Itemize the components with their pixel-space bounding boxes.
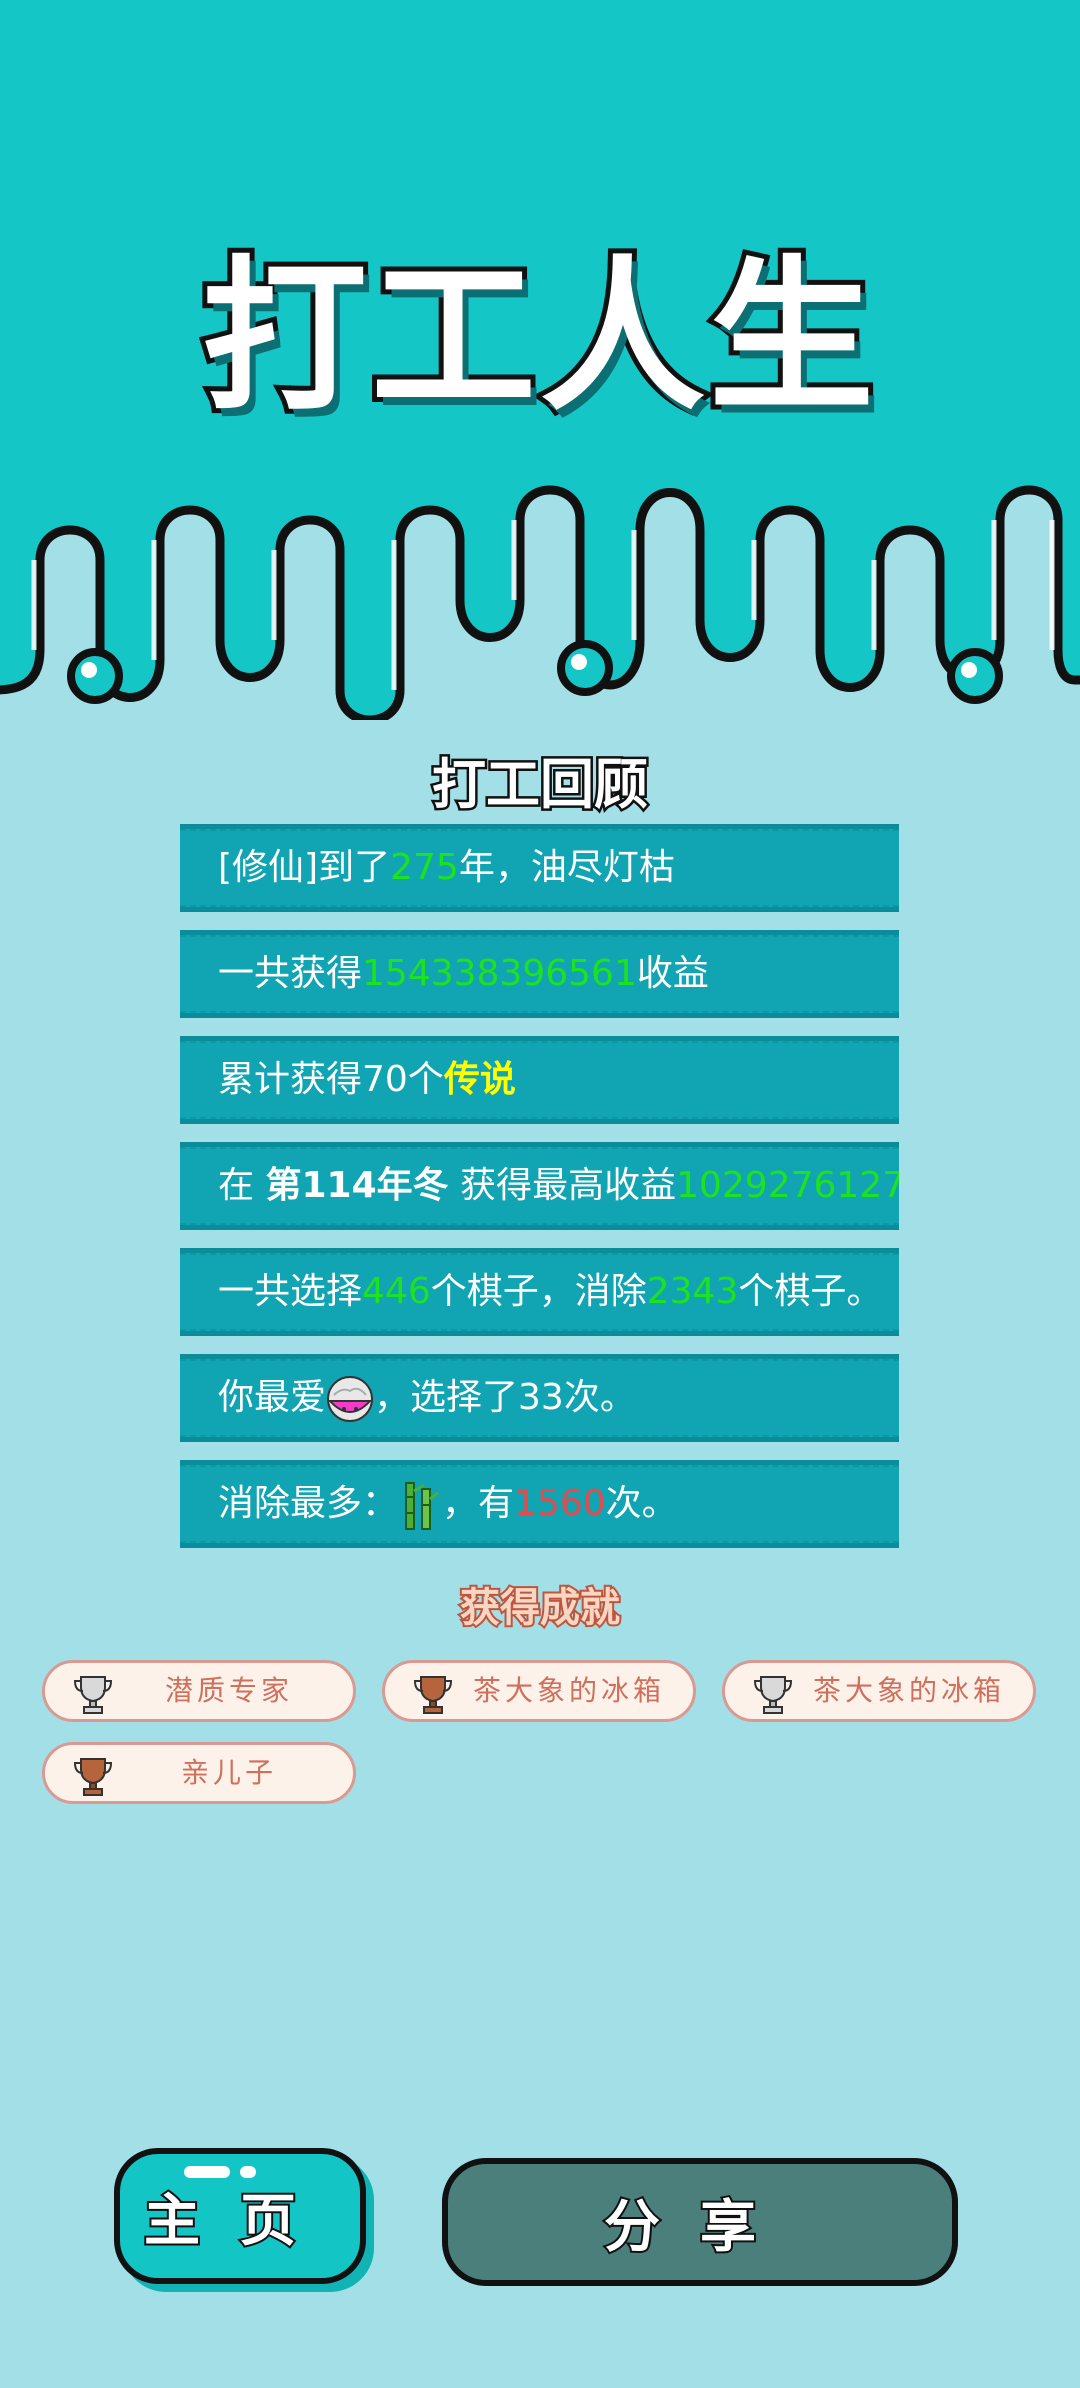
achievement-badge[interactable]: 亲儿子 bbox=[42, 1742, 356, 1804]
share-button-label: 分享 bbox=[602, 2193, 796, 2262]
review-row-text: 累计获得70个传说 bbox=[218, 1059, 516, 1100]
bronze-trophy-icon bbox=[413, 1676, 453, 1714]
review-row: 你最爱 ，选择了33次。 bbox=[180, 1354, 899, 1442]
silver-trophy-icon bbox=[753, 1676, 793, 1714]
review-row-text: 一共选择446个棋子，消除2343个棋子。 bbox=[218, 1271, 883, 1312]
review-row: 消除最多： ，有1560次。 bbox=[180, 1460, 899, 1548]
review-row: 累计获得70个传说 bbox=[180, 1036, 899, 1124]
review-row-text: [修仙]到了275年，油尽灯枯 bbox=[218, 847, 675, 888]
achievement-badge[interactable]: 茶大象的冰箱 bbox=[382, 1660, 696, 1722]
home-button-label: 主页 bbox=[142, 2187, 336, 2256]
achievement-label: 茶大象的冰箱 bbox=[472, 1674, 665, 1707]
achievement-badge[interactable]: 茶大象的冰箱 bbox=[722, 1660, 1036, 1722]
review-row-text: 你最爱 ，选择了33次。 bbox=[218, 1359, 636, 1437]
achievement-label: 茶大象的冰箱 bbox=[812, 1674, 1005, 1707]
rice-bowl-icon bbox=[327, 1376, 374, 1422]
achievement-label: 潜质专家 bbox=[164, 1674, 293, 1707]
achievement-label: 亲儿子 bbox=[180, 1756, 277, 1789]
review-row-text: 消除最多： ，有1560次。 bbox=[218, 1465, 678, 1543]
silver-trophy-icon bbox=[73, 1676, 113, 1714]
game-title: 打工人生 bbox=[197, 241, 879, 433]
review-row: 一共获得154338396561收益 bbox=[180, 930, 899, 1018]
bamboo-icon bbox=[405, 1482, 439, 1530]
achievements-heading: 获得成就 bbox=[458, 1583, 622, 1633]
review-heading: 打工回顾 bbox=[430, 751, 651, 819]
review-row: 在 第114年冬 获得最高收益10292761275 bbox=[180, 1142, 899, 1230]
achievement-badge[interactable]: 潜质专家 bbox=[42, 1660, 356, 1722]
home-button[interactable]: 主页 bbox=[114, 2148, 366, 2284]
share-button[interactable]: 分享 bbox=[442, 2158, 958, 2286]
review-row-text: 一共获得154338396561收益 bbox=[218, 953, 709, 994]
review-row-text: 在 第114年冬 获得最高收益10292761275 bbox=[218, 1165, 899, 1206]
bronze-trophy-icon bbox=[73, 1758, 113, 1796]
review-row: 一共选择446个棋子，消除2343个棋子。 bbox=[180, 1248, 899, 1336]
review-row: [修仙]到了275年，油尽灯枯 bbox=[180, 824, 899, 912]
